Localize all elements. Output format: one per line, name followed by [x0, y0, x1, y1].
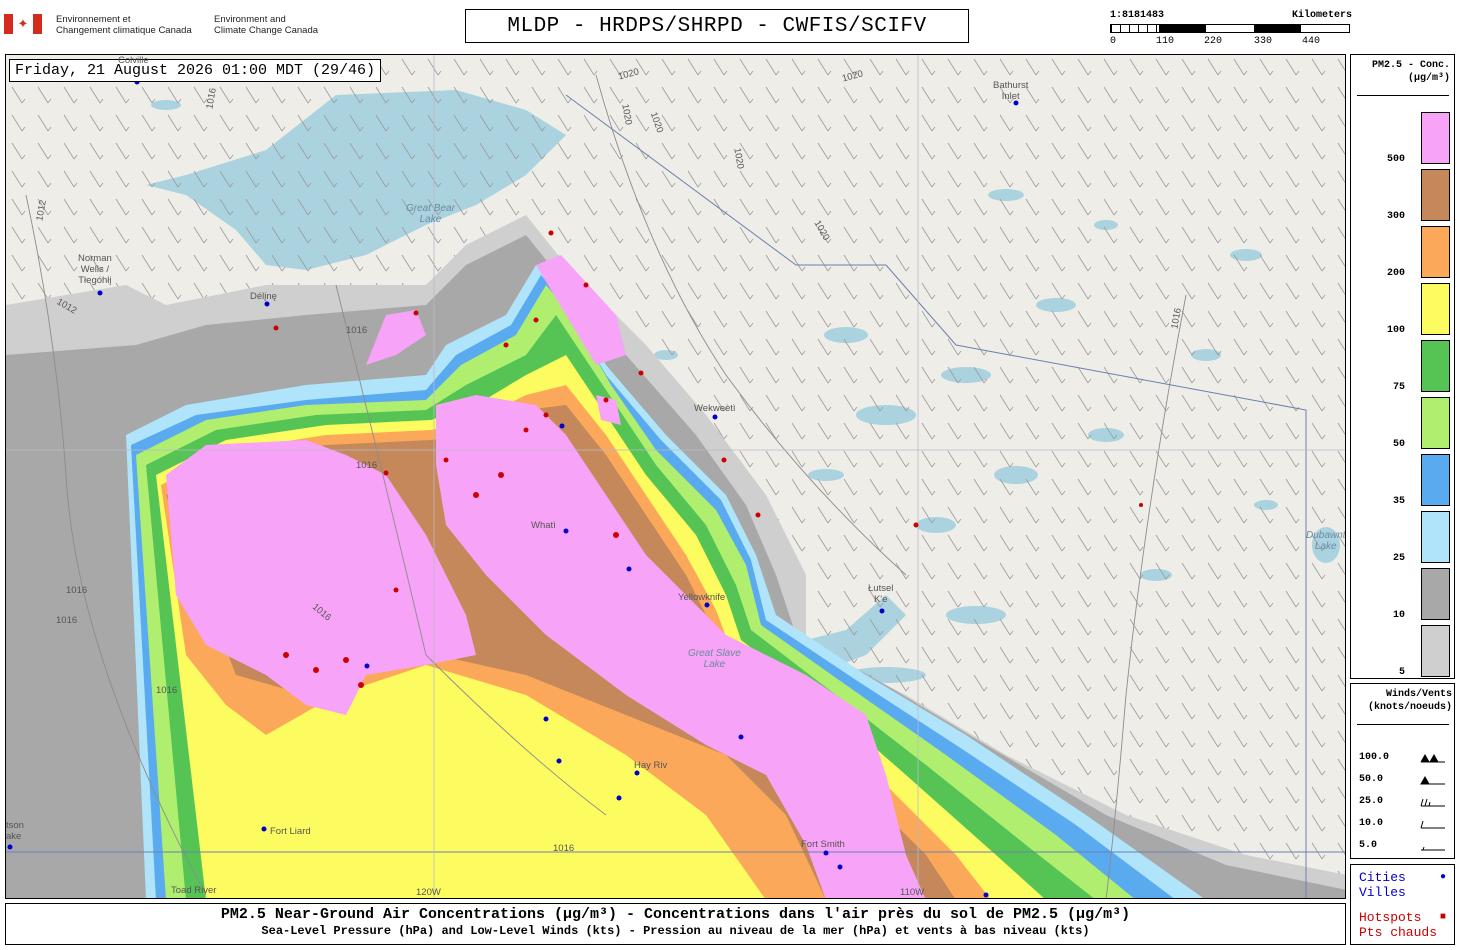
scale-bar-graphic	[1110, 24, 1350, 33]
place-label: Bathurst Inlet	[993, 80, 1029, 102]
legend-swatch-label: 35	[1392, 496, 1405, 507]
hotspots-label: Hotspots	[1359, 910, 1422, 925]
legend-swatch	[1421, 454, 1450, 506]
scale-tick: 110	[1156, 36, 1175, 47]
legend-swatch	[1421, 226, 1450, 278]
place-label: Délįnę	[250, 291, 277, 302]
legend-swatch	[1421, 511, 1450, 563]
wind-legend: Winds/Vents (knots/noeuds) 100.0 50.0 25…	[1350, 683, 1455, 859]
place-label: tson ake	[6, 820, 24, 842]
gov-name-en: Environment and Climate Change Canada	[214, 14, 319, 36]
wind-speed-label: 25.0	[1359, 796, 1384, 807]
wind-barb-50-icon	[1420, 776, 1445, 785]
place-label: Łutsel K'e	[868, 583, 894, 605]
villes-label: Villes	[1359, 885, 1406, 900]
cities-label: Cities	[1359, 870, 1406, 885]
map-canvas[interactable]: Friday, 21 August 2026 01:00 MDT (29/46)…	[5, 54, 1346, 899]
scale-tick: 0	[1110, 36, 1117, 47]
place-label: Yellowknife	[678, 592, 726, 603]
place-label: Toad River	[171, 885, 217, 896]
lake-label: Great Bear Lake	[406, 203, 455, 225]
legend-swatch-label: 100	[1386, 325, 1405, 336]
caption-line-1: PM2.5 Near-Ground Air Concentrations (µg…	[220, 906, 1131, 923]
scale-tick: 220	[1204, 36, 1223, 47]
lake-label: Great Slave Lake	[688, 648, 741, 670]
isobar-label: 1016	[56, 615, 78, 626]
concentration-legend: PM2.5 - Conc. (µg/m³) 500 300 200 100 75 50 35…	[1350, 54, 1455, 679]
scale-ratio: 1:8181483	[1110, 10, 1165, 21]
canada-flag-icon: ✦	[4, 14, 42, 34]
legend-swatch-label: 50	[1392, 439, 1405, 450]
meridian-label: 120W	[416, 887, 441, 898]
map-graphic	[6, 55, 1345, 898]
wind-barb-25-icon	[1420, 798, 1445, 807]
government-logo: ✦ Environnement et Changement climatique…	[4, 10, 344, 40]
wind-speed-label: 100.0	[1359, 752, 1390, 763]
scale-bar: 1:8181483 Kilometers 0 110 220 330 440	[1110, 10, 1352, 50]
gov-name-fr: Environnement et Changement climatique C…	[56, 14, 192, 36]
place-label: Norman Wells / Tłegóhłį	[78, 253, 112, 286]
legend-swatch-label: 200	[1386, 268, 1405, 279]
lake-label: Dubawnt Lake	[1306, 530, 1346, 552]
isobar-label: 1016	[66, 585, 88, 596]
legend-swatch	[1421, 340, 1450, 392]
legend-title: PM2.5 - Conc. (µg/m³)	[1371, 60, 1450, 84]
legend-swatch	[1421, 283, 1450, 335]
wind-barb-5-icon	[1421, 846, 1445, 851]
caption-line-2: Sea-Level Pressure (hPa) and Low-Level W…	[261, 924, 1090, 938]
wind-row: 100.0	[1359, 752, 1451, 766]
legend-swatch-label: 5	[1398, 667, 1405, 678]
wind-row: 25.0	[1359, 796, 1451, 810]
legend-swatch	[1421, 397, 1450, 449]
place-label: Hay Riv	[634, 760, 668, 771]
city-dot-icon: ●	[1439, 872, 1446, 883]
wind-legend-title: Winds/Vents (knots/noeuds)	[1367, 689, 1452, 713]
wind-row: 5.0	[1359, 840, 1451, 854]
legend-swatch-label: 25	[1392, 553, 1405, 564]
isobar-label: 1016	[156, 685, 178, 696]
scale-tick: 440	[1302, 36, 1321, 47]
meridian-label: 110W	[900, 887, 925, 898]
legend-swatch-label: 10	[1392, 610, 1405, 621]
place-label: Fort Smith	[801, 839, 845, 850]
wind-speed-label: 5.0	[1359, 840, 1378, 851]
legend-swatch	[1421, 625, 1450, 677]
wind-speed-label: 50.0	[1359, 774, 1384, 785]
isobar-label: 1016	[346, 325, 368, 336]
wind-speed-label: 10.0	[1359, 818, 1384, 829]
scale-tick: 330	[1254, 36, 1273, 47]
place-label: Whatì	[531, 520, 556, 531]
legend-swatch	[1421, 169, 1450, 221]
isobar-label: 1016	[553, 843, 575, 854]
legend-swatch	[1421, 568, 1450, 620]
legend-swatch-label: 500	[1386, 154, 1405, 165]
place-label: Colville	[118, 55, 149, 66]
map-caption: PM2.5 Near-Ground Air Concentrations (µg…	[5, 903, 1346, 945]
wind-row: 10.0	[1359, 818, 1451, 832]
legend-swatch-label: 300	[1386, 211, 1405, 222]
scale-unit: Kilometers	[1291, 10, 1352, 21]
page-title: MLDP - HRDPS/SHRPD - CWFIS/SCIFV	[465, 9, 969, 43]
points-legend: Cities ● Villes Hotspots ■ Pts chauds	[1350, 864, 1455, 945]
place-label: Fort Liard	[270, 826, 311, 837]
wind-row: 50.0	[1359, 774, 1451, 788]
isobar-label: 1016	[356, 460, 378, 471]
pts-chauds-label: Pts chauds	[1359, 925, 1438, 940]
wind-barb-10-icon	[1420, 820, 1445, 829]
legend-swatch	[1421, 112, 1450, 164]
hotspot-square-icon: ■	[1439, 912, 1446, 923]
wind-barb-100-icon	[1420, 754, 1445, 763]
place-label: Wekweètì	[694, 403, 736, 414]
legend-swatch-label: 75	[1392, 382, 1405, 393]
forecast-timestamp: Friday, 21 August 2026 01:00 MDT (29/46)	[9, 59, 382, 82]
